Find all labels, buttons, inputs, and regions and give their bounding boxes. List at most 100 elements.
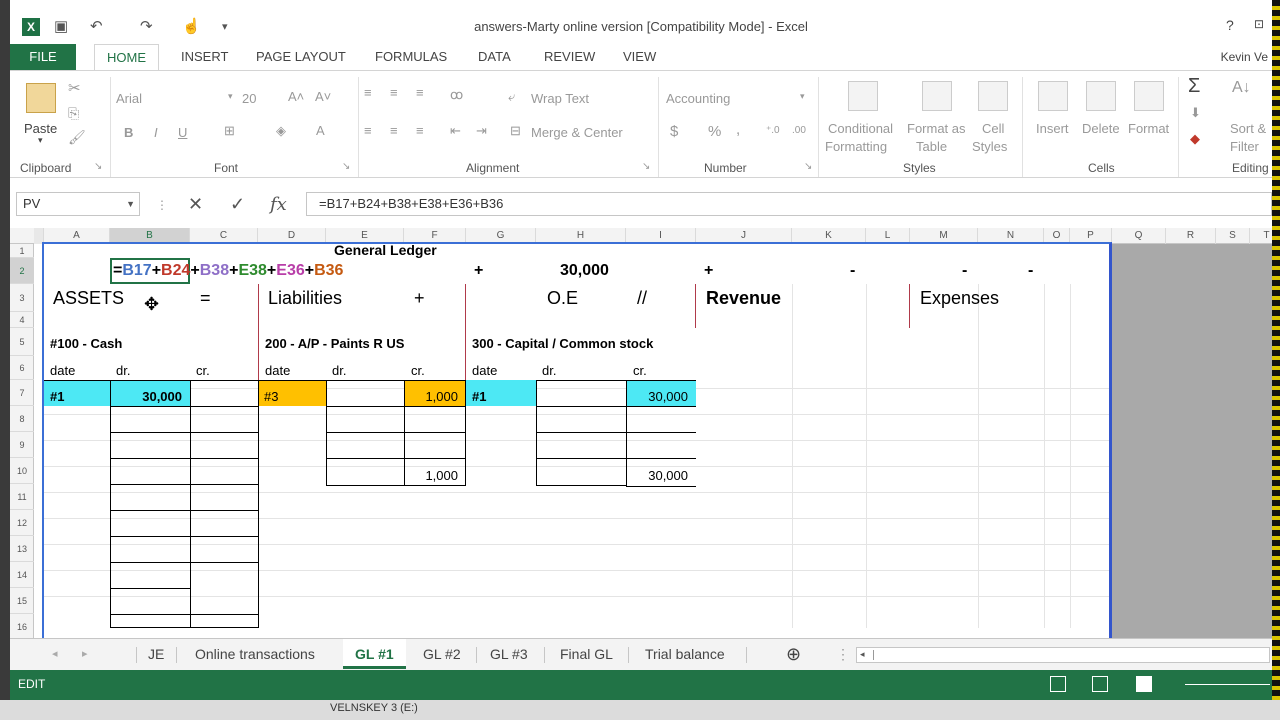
- ap-date-label[interactable]: date: [265, 363, 290, 378]
- name-box[interactable]: PV ▼: [16, 192, 140, 216]
- underline-button[interactable]: U: [178, 125, 187, 140]
- tab-formulas[interactable]: FORMULAS: [375, 44, 447, 70]
- owners-equity-label[interactable]: O.E: [547, 288, 578, 309]
- row-header[interactable]: 2: [10, 258, 34, 284]
- borders-icon[interactable]: ⊞: [224, 123, 235, 139]
- font-launcher-icon[interactable]: ↘: [342, 161, 350, 172]
- cancel-icon[interactable]: ✕: [188, 194, 203, 215]
- delete-cells-icon[interactable]: [1086, 81, 1116, 111]
- equals-sign[interactable]: =: [200, 288, 211, 309]
- insert-function-icon[interactable]: fx: [270, 194, 287, 215]
- cell-j2[interactable]: +: [704, 262, 713, 280]
- user-name[interactable]: Kevin Ve: [1221, 50, 1268, 64]
- align-left-icon[interactable]: ≡: [364, 123, 372, 138]
- cell-n2[interactable]: -: [1028, 262, 1033, 280]
- ap-total[interactable]: 1,000: [408, 468, 458, 483]
- row-header[interactable]: 4: [10, 312, 34, 328]
- cash-dr-label[interactable]: dr.: [116, 363, 130, 378]
- fill-color-icon[interactable]: ◈: [276, 123, 286, 139]
- bold-button[interactable]: B: [124, 125, 133, 140]
- conditional-formatting-label-1[interactable]: Conditional: [828, 121, 893, 136]
- merge-center-icon[interactable]: ⊟: [510, 123, 521, 139]
- number-launcher-icon[interactable]: ↘: [804, 161, 812, 172]
- sheet-tab-final-gl[interactable]: Final GL: [548, 639, 625, 669]
- sort-filter-icon[interactable]: A↓: [1232, 79, 1251, 97]
- formula-input[interactable]: =B17+B24+B38+E38+E36+B36: [306, 192, 1272, 216]
- clipboard-launcher-icon[interactable]: ↘: [94, 161, 102, 172]
- increase-decimal-icon[interactable]: ⁺.0: [766, 125, 780, 136]
- row-header[interactable]: 15: [10, 588, 34, 614]
- account-cash-title[interactable]: #100 - Cash: [50, 336, 122, 351]
- page-layout-view-icon[interactable]: [1092, 676, 1108, 692]
- normal-view-icon[interactable]: [1050, 676, 1066, 692]
- enter-icon[interactable]: ✓: [230, 194, 245, 215]
- format-as-table-label-1[interactable]: Format as: [907, 121, 966, 136]
- grow-font-icon[interactable]: A˄: [288, 89, 304, 104]
- row-header[interactable]: 5: [10, 328, 34, 356]
- cap-entry-date[interactable]: #1: [472, 389, 486, 404]
- increase-indent-icon[interactable]: ⇥: [476, 123, 487, 139]
- insert-cells-icon[interactable]: [1038, 81, 1068, 111]
- font-name-select[interactable]: Arial: [116, 91, 142, 106]
- assets-label[interactable]: ASSETS: [53, 288, 124, 309]
- column-header[interactable]: S: [1216, 228, 1250, 244]
- copy-icon[interactable]: ⎘: [68, 105, 79, 122]
- cap-cr-label[interactable]: cr.: [633, 363, 647, 378]
- insert-cells-button[interactable]: Insert: [1036, 121, 1069, 136]
- currency-button[interactable]: $: [670, 123, 678, 140]
- cut-icon[interactable]: ✂: [68, 79, 81, 97]
- column-header[interactable]: R: [1166, 228, 1216, 244]
- tab-view[interactable]: VIEW: [623, 44, 656, 70]
- decrease-indent-icon[interactable]: ⇤: [450, 123, 461, 139]
- taskbar-item[interactable]: VELNSKEY 3 (E:): [330, 702, 418, 714]
- autosum-button[interactable]: Σ: [1188, 75, 1200, 98]
- row-header[interactable]: 9: [10, 432, 34, 458]
- align-right-icon[interactable]: ≡: [416, 123, 424, 138]
- delete-cells-button[interactable]: Delete: [1082, 121, 1120, 136]
- align-middle-icon[interactable]: ≡: [390, 85, 398, 100]
- tab-review[interactable]: REVIEW: [544, 44, 595, 70]
- percent-button[interactable]: %: [708, 123, 721, 140]
- ap-entry-cr[interactable]: 1,000: [408, 389, 458, 404]
- ap-cr-label[interactable]: cr.: [411, 363, 425, 378]
- cell-m2[interactable]: -: [962, 262, 967, 280]
- tab-page-layout[interactable]: PAGE LAYOUT: [256, 44, 346, 70]
- format-painter-icon[interactable]: 🖌: [68, 129, 86, 146]
- row-header[interactable]: 11: [10, 484, 34, 510]
- format-as-table-label-2[interactable]: Table: [916, 139, 947, 154]
- liabilities-label[interactable]: Liabilities: [268, 288, 342, 309]
- row-header[interactable]: 8: [10, 406, 34, 432]
- plus-sign[interactable]: +: [414, 288, 425, 309]
- cell-styles-label-1[interactable]: Cell: [982, 121, 1004, 136]
- new-sheet-icon[interactable]: ⊕: [774, 639, 813, 669]
- row-header[interactable]: 7: [10, 380, 34, 406]
- sheet-tab-trial-balance[interactable]: Trial balance: [633, 639, 737, 669]
- paste-button[interactable]: Paste: [24, 121, 57, 136]
- paste-dropdown-icon[interactable]: ▾: [38, 135, 43, 146]
- sheet-tab-online-transactions[interactable]: Online transactions: [183, 639, 327, 669]
- row-header[interactable]: 10: [10, 458, 34, 484]
- cash-cr-label[interactable]: cr.: [196, 363, 210, 378]
- cell-h2[interactable]: 30,000: [560, 262, 609, 280]
- format-as-table-icon[interactable]: [922, 81, 952, 111]
- scroll-tabs-right-icon[interactable]: ▸: [70, 639, 100, 669]
- format-cells-icon[interactable]: [1134, 81, 1164, 111]
- sort-filter-label-1[interactable]: Sort &: [1230, 121, 1266, 136]
- number-format-select[interactable]: Accounting: [666, 91, 730, 106]
- alignment-launcher-icon[interactable]: ↘: [642, 161, 650, 172]
- font-size-select[interactable]: 20: [242, 91, 256, 106]
- decrease-decimal-icon[interactable]: .00: [792, 125, 806, 136]
- align-bottom-icon[interactable]: ≡: [416, 85, 424, 100]
- sheet-tab-gl2[interactable]: GL #2: [411, 639, 473, 669]
- comma-button[interactable]: ,: [736, 121, 740, 138]
- paste-icon[interactable]: [26, 83, 56, 113]
- cell-k2[interactable]: -: [850, 262, 855, 280]
- row-header[interactable]: 6: [10, 356, 34, 380]
- editing-formula[interactable]: =B17+B24+B38+E38+E36+B36: [113, 262, 343, 280]
- font-color-icon[interactable]: A: [316, 123, 325, 138]
- name-box-dropdown-icon[interactable]: ▼: [126, 193, 135, 215]
- sheet-tab-gl3[interactable]: GL #3: [478, 639, 540, 669]
- shrink-font-icon[interactable]: A˅: [315, 89, 331, 104]
- align-top-icon[interactable]: ≡: [364, 85, 372, 100]
- merge-center-button[interactable]: Merge & Center: [531, 125, 623, 140]
